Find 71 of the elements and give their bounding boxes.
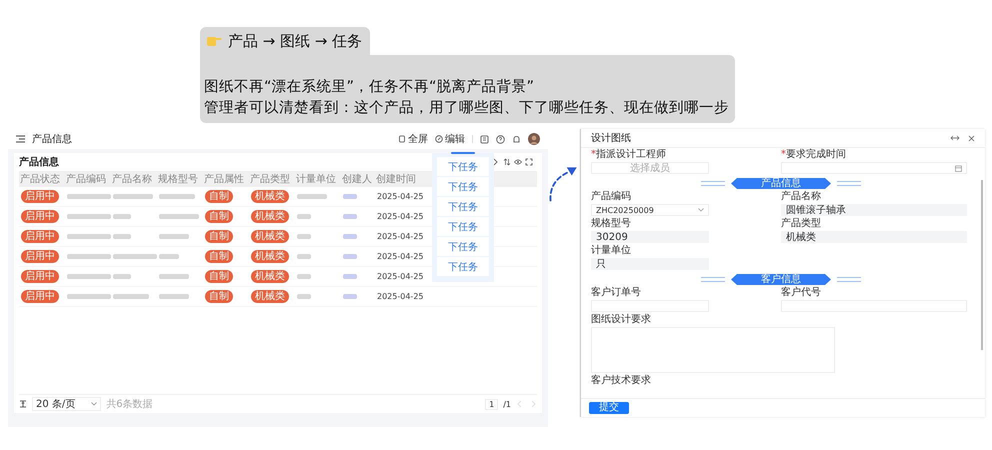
column-header[interactable]: 创建时间 bbox=[375, 172, 427, 186]
column-header[interactable]: 计量单位 bbox=[295, 172, 341, 186]
select-field[interactable]: ZHC20250009 bbox=[591, 204, 709, 216]
type-tag: 机械类 bbox=[251, 290, 289, 303]
attribute-tag: 自制 bbox=[205, 230, 233, 243]
readonly-field: 机械类 bbox=[781, 231, 967, 243]
fullscreen-button[interactable]: 全屏 bbox=[398, 132, 428, 146]
section-header: 客户信息 bbox=[731, 274, 831, 285]
total-count: 共6条数据 bbox=[106, 398, 153, 411]
attribute-tag: 自制 bbox=[205, 250, 233, 263]
field-label: 图纸设计要求 bbox=[591, 314, 652, 326]
select-field[interactable]: 选择成员 bbox=[591, 162, 709, 174]
readonly-field: 只 bbox=[591, 258, 709, 270]
column-header[interactable]: 产品编码 bbox=[65, 172, 111, 186]
status-tag: 启用中 bbox=[21, 230, 59, 243]
task-menu-item[interactable]: 下任务 bbox=[437, 217, 489, 236]
field-label: *指派设计工程师 bbox=[591, 149, 667, 161]
field-label: 产品编码 bbox=[591, 191, 632, 203]
status-tag: 启用中 bbox=[21, 290, 59, 303]
submit-button[interactable]: 提交 bbox=[589, 402, 629, 414]
field-label: 规格型号 bbox=[591, 218, 632, 230]
callout-text: 管理者可以清楚看到：这个产品，用了哪些图、下了哪些任务、现在做到哪一步 bbox=[204, 99, 729, 118]
callout-title: 产品 → 图纸 → 任务 bbox=[228, 31, 362, 51]
page-size-select[interactable]: 20 条/页 bbox=[32, 397, 102, 411]
readonly-field: 圆锥滚子轴承 bbox=[781, 204, 967, 216]
task-menu-item[interactable]: 下任务 bbox=[437, 197, 489, 216]
page-input[interactable]: 1 bbox=[485, 398, 498, 410]
table-cell: 2025-04-25 bbox=[377, 192, 424, 201]
status-tag: 启用中 bbox=[21, 190, 59, 203]
edit-button[interactable]: 编辑 bbox=[435, 132, 465, 146]
section-header: 产品信息 bbox=[731, 178, 831, 189]
type-tag: 机械类 bbox=[251, 210, 289, 223]
field-label: *要求完成时间 bbox=[781, 149, 847, 161]
column-header[interactable]: 创建人 bbox=[341, 172, 375, 186]
column-header[interactable]: 产品名称 bbox=[111, 172, 157, 186]
attribute-tag: 自制 bbox=[205, 270, 233, 283]
attribute-tag: 自制 bbox=[205, 190, 233, 203]
attribute-tag: 自制 bbox=[205, 290, 233, 303]
field-label: 产品名称 bbox=[781, 191, 822, 203]
status-tag: 启用中 bbox=[21, 210, 59, 223]
field-label: 客户技术要求 bbox=[591, 375, 652, 387]
callout-text: 图纸不再“漂在系统里”，任务不再“脱离产品背景” bbox=[204, 78, 536, 97]
task-menu-item[interactable]: 下任务 bbox=[437, 257, 489, 276]
task-menu-item[interactable]: 下任务 bbox=[437, 177, 489, 196]
column-header[interactable]: 产品状态 bbox=[19, 172, 65, 186]
attribute-tag: 自制 bbox=[205, 210, 233, 223]
panel-title: 设计图纸 bbox=[591, 132, 631, 145]
table-cell: 2025-04-25 bbox=[377, 232, 424, 241]
table-cell: 2025-04-25 bbox=[377, 252, 424, 261]
table-cell: 2025-04-25 bbox=[377, 272, 424, 281]
type-tag: 机械类 bbox=[251, 230, 289, 243]
task-menu-item[interactable]: 下任务 bbox=[437, 157, 489, 176]
type-tag: 机械类 bbox=[251, 250, 289, 263]
column-header[interactable]: 产品属性 bbox=[203, 172, 249, 186]
status-tag: 启用中 bbox=[21, 270, 59, 283]
field-label: 客户代号 bbox=[781, 287, 822, 299]
column-header[interactable]: 规格型号 bbox=[157, 172, 203, 186]
page-count: /1 bbox=[503, 400, 511, 408]
task-menu-item[interactable]: 下任务 bbox=[437, 237, 489, 256]
type-tag: 机械类 bbox=[251, 190, 289, 203]
field-label: 产品类型 bbox=[781, 218, 822, 230]
field-label: 客户订单号 bbox=[591, 287, 642, 299]
table-cell: 2025-04-25 bbox=[377, 292, 424, 301]
type-tag: 机械类 bbox=[251, 270, 289, 283]
field-label: 计量单位 bbox=[591, 245, 632, 257]
card-title: 产品信息 bbox=[19, 156, 59, 169]
status-tag: 启用中 bbox=[21, 250, 59, 263]
column-header[interactable]: 产品类型 bbox=[249, 172, 295, 186]
readonly-field: 30209 bbox=[591, 231, 709, 243]
table-cell: 2025-04-25 bbox=[377, 212, 424, 221]
page-title: 产品信息 bbox=[32, 132, 72, 146]
